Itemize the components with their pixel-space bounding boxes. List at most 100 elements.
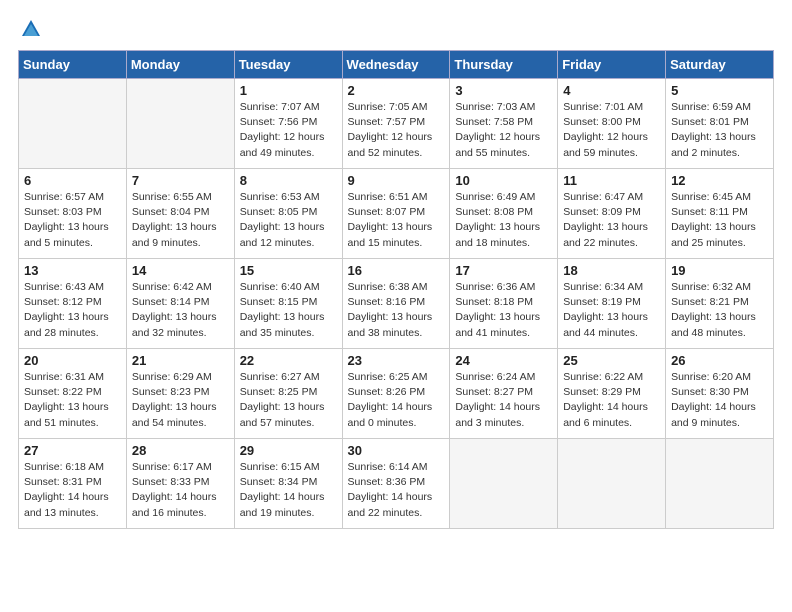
day-number: 3	[455, 83, 552, 98]
day-number: 14	[132, 263, 229, 278]
day-number: 13	[24, 263, 121, 278]
day-number: 1	[240, 83, 337, 98]
calendar-day-cell: 30 Sunrise: 6:14 AMSunset: 8:36 PMDayligh…	[342, 439, 450, 529]
day-number: 17	[455, 263, 552, 278]
calendar-day-cell: 18 Sunrise: 6:34 AMSunset: 8:19 PMDayligh…	[558, 259, 666, 349]
day-number: 27	[24, 443, 121, 458]
day-info: Sunrise: 6:40 AMSunset: 8:15 PMDaylight:…	[240, 280, 337, 341]
calendar-day-cell	[450, 439, 558, 529]
calendar-day-cell: 26 Sunrise: 6:20 AMSunset: 8:30 PMDayligh…	[666, 349, 774, 439]
calendar-day-cell: 19 Sunrise: 6:32 AMSunset: 8:21 PMDayligh…	[666, 259, 774, 349]
day-info: Sunrise: 6:49 AMSunset: 8:08 PMDaylight:…	[455, 190, 552, 251]
day-info: Sunrise: 6:43 AMSunset: 8:12 PMDaylight:…	[24, 280, 121, 341]
calendar-day-cell: 16 Sunrise: 6:38 AMSunset: 8:16 PMDayligh…	[342, 259, 450, 349]
day-number: 25	[563, 353, 660, 368]
day-number: 7	[132, 173, 229, 188]
day-number: 20	[24, 353, 121, 368]
calendar-day-cell: 1Sunrise: 7:07 AMSunset: 7:56 PMDaylight…	[234, 79, 342, 169]
page: SundayMondayTuesdayWednesdayThursdayFrid…	[0, 0, 792, 612]
day-number: 30	[348, 443, 445, 458]
calendar-day-cell: 11 Sunrise: 6:47 AMSunset: 8:09 PMDayligh…	[558, 169, 666, 259]
calendar-day-cell: 23 Sunrise: 6:25 AMSunset: 8:26 PMDayligh…	[342, 349, 450, 439]
day-number: 28	[132, 443, 229, 458]
calendar-day-cell: 28Sunrise: 6:17 AMSunset: 8:33 PMDayligh…	[126, 439, 234, 529]
day-info: Sunrise: 7:05 AMSunset: 7:57 PMDaylight:…	[348, 100, 445, 161]
day-info: Sunrise: 6:24 AMSunset: 8:27 PMDaylight:…	[455, 370, 552, 431]
calendar-table: SundayMondayTuesdayWednesdayThursdayFrid…	[18, 50, 774, 529]
calendar-day-cell: 25 Sunrise: 6:22 AMSunset: 8:29 PMDayligh…	[558, 349, 666, 439]
calendar-week-row: 13 Sunrise: 6:43 AMSunset: 8:12 PMDayligh…	[19, 259, 774, 349]
day-info: Sunrise: 6:27 AMSunset: 8:25 PMDaylight:…	[240, 370, 337, 431]
day-info: Sunrise: 6:32 AMSunset: 8:21 PMDaylight:…	[671, 280, 768, 341]
day-number: 10	[455, 173, 552, 188]
calendar-header-row: SundayMondayTuesdayWednesdayThursdayFrid…	[19, 51, 774, 79]
calendar-day-cell: 20 Sunrise: 6:31 AMSunset: 8:22 PMDayligh…	[19, 349, 127, 439]
calendar-day-cell: 8 Sunrise: 6:53 AMSunset: 8:05 PMDaylight…	[234, 169, 342, 259]
day-info: Sunrise: 6:18 AMSunset: 8:31 PMDaylight:…	[24, 460, 121, 521]
calendar-day-cell: 5 Sunrise: 6:59 AMSunset: 8:01 PMDaylight…	[666, 79, 774, 169]
calendar-day-cell	[126, 79, 234, 169]
day-number: 9	[348, 173, 445, 188]
calendar-day-cell: 17 Sunrise: 6:36 AMSunset: 8:18 PMDayligh…	[450, 259, 558, 349]
day-number: 15	[240, 263, 337, 278]
day-info: Sunrise: 6:47 AMSunset: 8:09 PMDaylight:…	[563, 190, 660, 251]
calendar-day-cell: 3Sunrise: 7:03 AMSunset: 7:58 PMDaylight…	[450, 79, 558, 169]
day-info: Sunrise: 6:31 AMSunset: 8:22 PMDaylight:…	[24, 370, 121, 431]
day-info: Sunrise: 6:57 AMSunset: 8:03 PMDaylight:…	[24, 190, 121, 251]
day-number: 6	[24, 173, 121, 188]
calendar-day-cell: 10 Sunrise: 6:49 AMSunset: 8:08 PMDayligh…	[450, 169, 558, 259]
calendar-day-cell: 7 Sunrise: 6:55 AMSunset: 8:04 PMDaylight…	[126, 169, 234, 259]
day-number: 2	[348, 83, 445, 98]
day-info: Sunrise: 6:15 AMSunset: 8:34 PMDaylight:…	[240, 460, 337, 521]
day-info: Sunrise: 6:14 AMSunset: 8:36 PMDaylight:…	[348, 460, 445, 521]
calendar-day-cell: 15 Sunrise: 6:40 AMSunset: 8:15 PMDayligh…	[234, 259, 342, 349]
calendar-header-thursday: Thursday	[450, 51, 558, 79]
calendar-day-cell: 13 Sunrise: 6:43 AMSunset: 8:12 PMDayligh…	[19, 259, 127, 349]
day-number: 26	[671, 353, 768, 368]
day-number: 19	[671, 263, 768, 278]
calendar-header-wednesday: Wednesday	[342, 51, 450, 79]
day-info: Sunrise: 6:34 AMSunset: 8:19 PMDaylight:…	[563, 280, 660, 341]
calendar-day-cell: 24 Sunrise: 6:24 AMSunset: 8:27 PMDayligh…	[450, 349, 558, 439]
calendar-day-cell: 22Sunrise: 6:27 AMSunset: 8:25 PMDayligh…	[234, 349, 342, 439]
calendar-day-cell: 27 Sunrise: 6:18 AMSunset: 8:31 PMDayligh…	[19, 439, 127, 529]
calendar-header-sunday: Sunday	[19, 51, 127, 79]
day-info: Sunrise: 6:25 AMSunset: 8:26 PMDaylight:…	[348, 370, 445, 431]
day-number: 8	[240, 173, 337, 188]
calendar-day-cell: 29Sunrise: 6:15 AMSunset: 8:34 PMDayligh…	[234, 439, 342, 529]
day-info: Sunrise: 6:45 AMSunset: 8:11 PMDaylight:…	[671, 190, 768, 251]
day-number: 21	[132, 353, 229, 368]
day-info: Sunrise: 6:55 AMSunset: 8:04 PMDaylight:…	[132, 190, 229, 251]
day-number: 4	[563, 83, 660, 98]
day-number: 12	[671, 173, 768, 188]
day-info: Sunrise: 6:36 AMSunset: 8:18 PMDaylight:…	[455, 280, 552, 341]
day-info: Sunrise: 6:22 AMSunset: 8:29 PMDaylight:…	[563, 370, 660, 431]
calendar-day-cell: 9Sunrise: 6:51 AMSunset: 8:07 PMDaylight…	[342, 169, 450, 259]
calendar-week-row: 27 Sunrise: 6:18 AMSunset: 8:31 PMDayligh…	[19, 439, 774, 529]
calendar-header-friday: Friday	[558, 51, 666, 79]
calendar-week-row: 6 Sunrise: 6:57 AMSunset: 8:03 PMDaylight…	[19, 169, 774, 259]
calendar-week-row: 20 Sunrise: 6:31 AMSunset: 8:22 PMDayligh…	[19, 349, 774, 439]
header	[18, 18, 774, 40]
calendar-week-row: 1Sunrise: 7:07 AMSunset: 7:56 PMDaylight…	[19, 79, 774, 169]
calendar-header-tuesday: Tuesday	[234, 51, 342, 79]
calendar-day-cell: 4 Sunrise: 7:01 AMSunset: 8:00 PMDaylight…	[558, 79, 666, 169]
logo	[18, 18, 42, 40]
day-info: Sunrise: 6:59 AMSunset: 8:01 PMDaylight:…	[671, 100, 768, 161]
day-info: Sunrise: 6:38 AMSunset: 8:16 PMDaylight:…	[348, 280, 445, 341]
day-number: 5	[671, 83, 768, 98]
day-info: Sunrise: 6:53 AMSunset: 8:05 PMDaylight:…	[240, 190, 337, 251]
calendar-header-saturday: Saturday	[666, 51, 774, 79]
logo-icon	[20, 18, 42, 40]
day-number: 11	[563, 173, 660, 188]
day-number: 24	[455, 353, 552, 368]
day-info: Sunrise: 7:01 AMSunset: 8:00 PMDaylight:…	[563, 100, 660, 161]
day-info: Sunrise: 6:20 AMSunset: 8:30 PMDaylight:…	[671, 370, 768, 431]
day-number: 16	[348, 263, 445, 278]
calendar-day-cell: 2 Sunrise: 7:05 AMSunset: 7:57 PMDaylight…	[342, 79, 450, 169]
day-number: 23	[348, 353, 445, 368]
day-number: 18	[563, 263, 660, 278]
calendar-day-cell	[19, 79, 127, 169]
calendar-day-cell: 6 Sunrise: 6:57 AMSunset: 8:03 PMDaylight…	[19, 169, 127, 259]
day-info: Sunrise: 6:42 AMSunset: 8:14 PMDaylight:…	[132, 280, 229, 341]
